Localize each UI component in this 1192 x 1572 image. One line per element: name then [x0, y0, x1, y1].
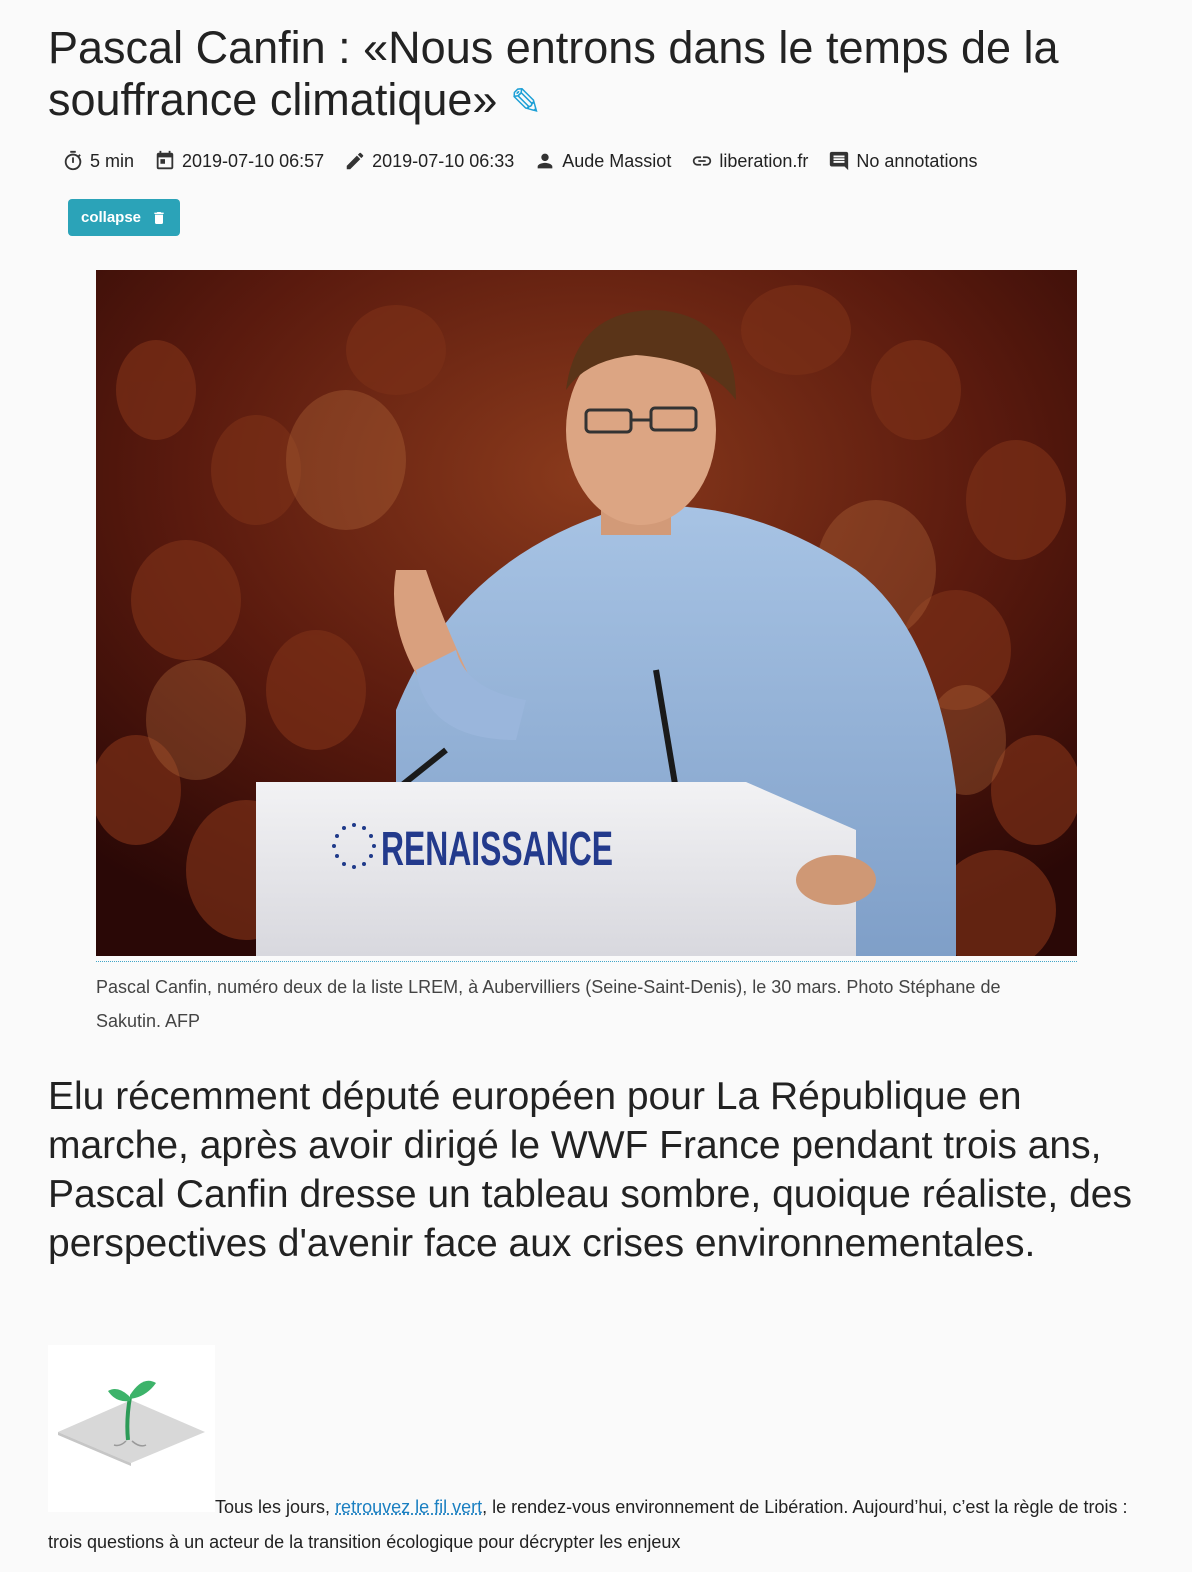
meta-annotations[interactable]: No annotations [828, 150, 977, 172]
body-intro-before-link: Tous les jours, [215, 1497, 336, 1517]
fil-vert-logo [48, 1345, 215, 1512]
caption-divider [96, 961, 1077, 962]
article-title-text: Pascal Canfin : «Nous entrons dans le te… [48, 22, 1059, 125]
comment-icon [830, 151, 849, 171]
article-body: Tous les jours, retrouvez le fil vert, l… [48, 1490, 1138, 1560]
sprout-icon [58, 1380, 205, 1466]
article-meta: 5 min 2019-07-10 06:57 2019-07-10 06:33 … [62, 150, 997, 172]
date-published-text: 2019-07-10 06:57 [182, 150, 325, 171]
pencil-icon[interactable]: ✎ [510, 82, 542, 124]
annotations-text[interactable]: No annotations [856, 151, 977, 172]
stopwatch-icon [64, 150, 82, 171]
article-title: Pascal Canfin : «Nous entrons dans le te… [48, 22, 1148, 129]
speaker-photo-illustration: RENAISSANCE [96, 270, 1077, 956]
read-time-text: 5 min [90, 150, 135, 171]
meta-date-edited: 2019-07-10 06:33 [344, 150, 514, 172]
link-icon [693, 156, 712, 166]
body-intro-after-link: , le rendez-vous environnement de Libéra… [48, 1497, 1128, 1552]
meta-read-time: 5 min [62, 150, 134, 172]
fil-vert-link[interactable]: retrouvez le fil vert [335, 1497, 482, 1517]
source-text[interactable]: liberation.fr [719, 151, 808, 172]
podium-text: RENAISSANCE [381, 823, 613, 876]
meta-date-published: 2019-07-10 06:57 [154, 150, 324, 172]
trash-icon [154, 211, 164, 224]
meta-author: Aude Massiot [534, 150, 671, 172]
calendar-icon [156, 150, 174, 170]
article-photo: RENAISSANCE [96, 270, 1077, 956]
collapse-label: collapse [80, 209, 142, 226]
article-lede: Elu récemment député européen pour La Ré… [48, 1075, 1132, 1265]
author-text: Aude Massiot [562, 150, 672, 171]
person-icon [537, 153, 553, 169]
article-page: Pascal Canfin : «Nous entrons dans le te… [0, 0, 1192, 1572]
date-edited-text: 2019-07-10 06:33 [372, 150, 515, 171]
photo-caption: Pascal Canfin, numéro deux de la liste L… [96, 977, 1001, 1031]
edit-pencil-icon [346, 152, 364, 170]
collapse-button[interactable]: collapse [68, 199, 180, 236]
meta-source-link[interactable]: liberation.fr [691, 150, 808, 172]
